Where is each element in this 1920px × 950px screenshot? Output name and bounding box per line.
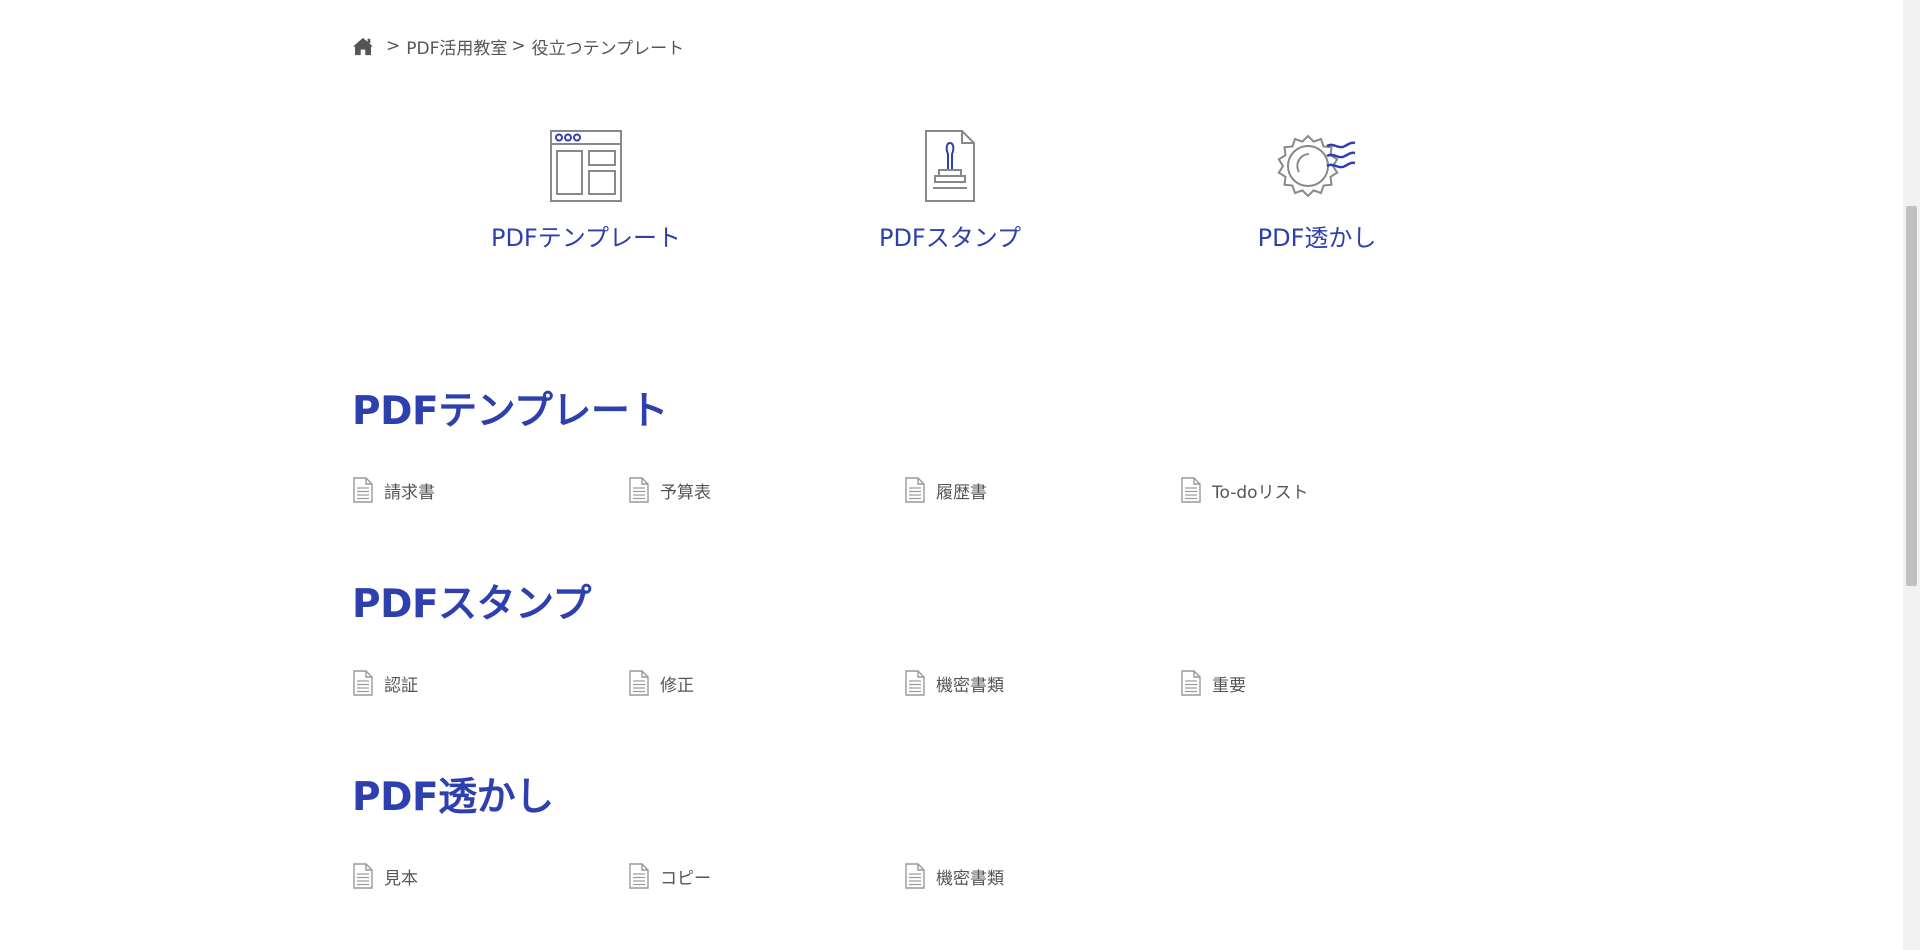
section-title-pdf-watermark: PDF透かし — [352, 775, 554, 820]
document-icon — [353, 670, 373, 696]
breadcrumb-separator: > — [511, 36, 526, 56]
section-title-pdf-template: PDFテンプレート — [352, 389, 668, 434]
item-label: 修正 — [660, 675, 694, 696]
section-items-pdf-stamp: 認証 修正 機密書類 重要 — [352, 670, 1456, 696]
tile-label: PDFテンプレート — [490, 224, 682, 252]
list-item[interactable]: 履歴書 — [904, 477, 1180, 503]
list-item[interactable]: 認証 — [352, 670, 628, 696]
section-title-pdf-stamp: PDFスタンプ — [352, 582, 591, 627]
document-icon — [905, 477, 925, 503]
template-layout-icon — [550, 130, 622, 202]
home-icon[interactable] — [352, 36, 374, 56]
breadcrumb-link-pdf-classroom[interactable]: PDF活用教室 — [406, 34, 507, 59]
document-icon — [1181, 670, 1201, 696]
section-items-pdf-template: 請求書 予算表 履歴書 To-doリスト — [352, 477, 1456, 503]
list-item[interactable]: 見本 — [352, 863, 628, 889]
document-icon — [353, 477, 373, 503]
document-icon — [629, 477, 649, 503]
watermark-seal-icon — [1277, 134, 1356, 198]
item-label: 重要 — [1212, 675, 1246, 696]
document-icon — [629, 863, 649, 889]
document-icon — [629, 670, 649, 696]
tile-pdf-stamp[interactable]: PDFスタンプ — [800, 126, 1100, 253]
item-label: 機密書類 — [936, 868, 1004, 889]
breadcrumb-current: 役立つテンプレート — [531, 38, 685, 59]
tile-label: PDF透かし — [1257, 224, 1377, 252]
list-item[interactable]: 請求書 — [352, 477, 628, 503]
breadcrumb-separator: > — [386, 36, 401, 56]
list-item[interactable]: コピー — [628, 863, 904, 889]
item-label: コピー — [660, 868, 711, 889]
list-item[interactable]: 機密書類 — [904, 670, 1180, 696]
scrollbar-thumb[interactable] — [1906, 206, 1917, 586]
document-icon — [353, 863, 373, 889]
item-label: 機密書類 — [936, 675, 1004, 696]
document-icon — [905, 670, 925, 696]
tile-label: PDFスタンプ — [878, 224, 1022, 252]
list-item[interactable]: 修正 — [628, 670, 904, 696]
document-icon — [905, 863, 925, 889]
vertical-scrollbar[interactable] — [1903, 0, 1920, 950]
list-item[interactable]: 機密書類 — [904, 863, 1180, 889]
tile-pdf-watermark[interactable]: PDF透かし — [1167, 126, 1467, 253]
list-item[interactable]: 予算表 — [628, 477, 904, 503]
item-label: 認証 — [384, 675, 418, 696]
stamp-document-icon — [925, 130, 975, 202]
tile-pdf-template[interactable]: PDFテンプレート — [436, 126, 736, 253]
list-item[interactable]: To-doリスト — [1180, 477, 1456, 503]
item-label: 予算表 — [660, 482, 711, 503]
page: > PDF活用教室 > 役立つテンプレート PDFテンプレート PDFスタンプ — [0, 0, 1920, 950]
section-items-pdf-watermark: 見本 コピー 機密書類 — [352, 863, 1180, 889]
document-icon — [1181, 477, 1201, 503]
list-item[interactable]: 重要 — [1180, 670, 1456, 696]
item-label: To-doリスト — [1212, 482, 1309, 503]
item-label: 請求書 — [384, 482, 435, 503]
item-label: 履歴書 — [936, 482, 987, 503]
item-label: 見本 — [384, 868, 418, 889]
breadcrumb: > PDF活用教室 > 役立つテンプレート — [352, 34, 685, 59]
